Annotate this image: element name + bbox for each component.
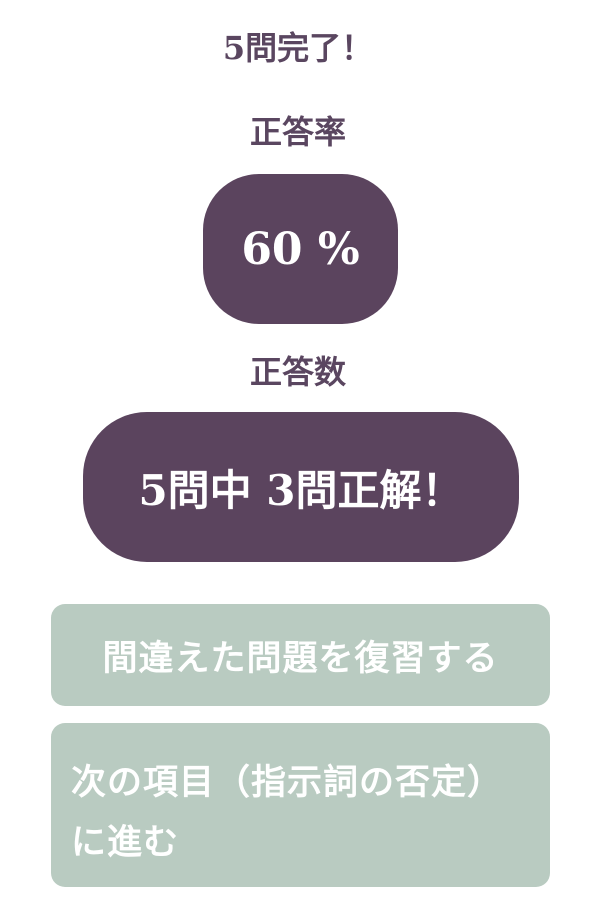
correct-count-label: 正答数 bbox=[249, 353, 346, 391]
next-topic-button[interactable]: 次の項目（指示詞の否定）に進む bbox=[51, 723, 550, 887]
correct-rate-value: 60 % bbox=[241, 223, 360, 275]
review-mistakes-button[interactable]: 間違えた問題を復習する bbox=[51, 604, 550, 706]
correct-rate-badge: 60 % bbox=[203, 174, 398, 324]
result-title: 5問完了！ bbox=[222, 29, 374, 67]
correct-count-badge: 5問中 3問正解！ bbox=[83, 412, 519, 562]
correct-rate-label: 正答率 bbox=[249, 113, 346, 151]
review-mistakes-label: 間違えた問題を復習する bbox=[102, 637, 499, 679]
correct-count-value: 5問中 3問正解！ bbox=[138, 465, 464, 515]
next-topic-label: 次の項目（指示詞の否定）に進む bbox=[71, 762, 504, 863]
